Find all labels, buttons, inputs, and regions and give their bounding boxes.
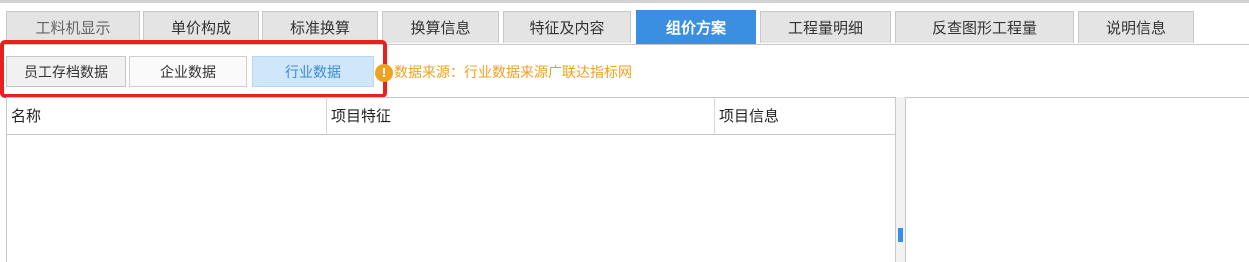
splitter-grip-icon[interactable]	[898, 228, 903, 242]
info-icon: !	[375, 64, 393, 82]
tab-reverse-graphic-quantity[interactable]: 反查图形工程量	[895, 11, 1074, 43]
tab-unit-price-composition[interactable]: 单价构成	[143, 11, 259, 43]
tab-bar: 工料机显示 单价构成 标准换算 换算信息 特征及内容 组价方案 工程量明细 反查…	[0, 10, 1249, 45]
grid-header: 名称 项目特征 项目信息	[7, 98, 895, 135]
tab-pricing-scheme[interactable]: 组价方案	[636, 10, 756, 44]
scheme-list-panel: 名称 项目特征 项目信息	[6, 97, 896, 262]
column-header-name[interactable]: 名称	[7, 98, 327, 134]
data-source-notice: 数据来源：行业数据来源广联达指标网	[394, 65, 632, 81]
tab-description[interactable]: 说明信息	[1078, 11, 1194, 43]
tab-standard-conversion[interactable]: 标准换算	[262, 11, 378, 43]
column-header-item-info[interactable]: 项目信息	[715, 98, 895, 134]
top-rule	[0, 0, 1249, 3]
tab-quantity-detail[interactable]: 工程量明细	[760, 11, 891, 43]
employee-archive-data-button[interactable]: 员工存档数据	[6, 56, 126, 87]
industry-data-button[interactable]: 行业数据	[252, 56, 374, 87]
column-header-item-feature[interactable]: 项目特征	[327, 98, 715, 134]
tab-conversion-info[interactable]: 换算信息	[382, 11, 499, 43]
enterprise-data-button[interactable]: 企业数据	[129, 56, 247, 87]
tab-material-machine[interactable]: 工料机显示	[6, 11, 140, 43]
detail-panel	[905, 97, 1249, 262]
tab-features-content[interactable]: 特征及内容	[503, 11, 631, 43]
